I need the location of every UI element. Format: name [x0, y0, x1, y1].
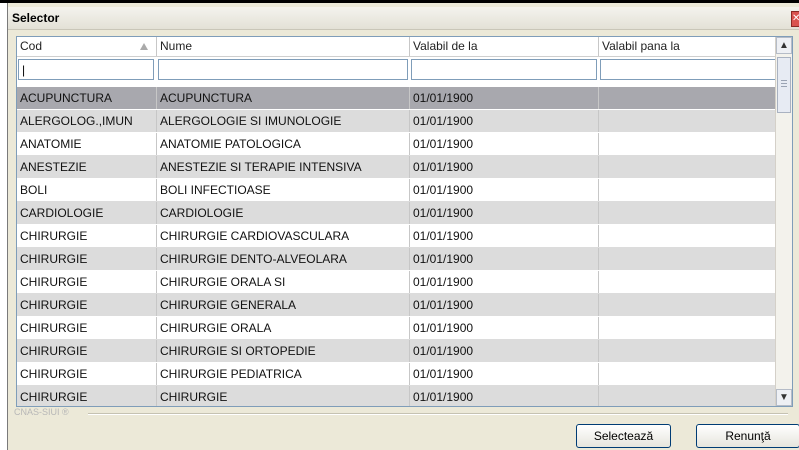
select-button[interactable]: Selectează [576, 424, 671, 448]
cell-valabil-pana-la [599, 386, 785, 406]
scroll-down-icon[interactable]: ▼ [776, 389, 792, 406]
cell-nume: CHIRURGIE [157, 386, 410, 406]
filter-valabil-pana-la-input[interactable] [600, 59, 785, 80]
cell-nume: ACUPUNCTURA [157, 87, 410, 109]
table-row[interactable]: CHIRURGIE CHIRURGIE GENERALA 01/01/1900 [17, 294, 785, 317]
cell-valabil-pana-la [599, 363, 785, 385]
cell-nume: CHIRURGIE GENERALA [157, 294, 410, 316]
cell-valabil-de-la: 01/01/1900 [410, 340, 599, 362]
cell-valabil-de-la: 01/01/1900 [410, 156, 599, 178]
table-row[interactable]: CHIRURGIE CHIRURGIE CARDIOVASCULARA 01/01/… [17, 225, 785, 248]
cell-cod: CARDIOLOGIE [17, 202, 157, 224]
cell-valabil-de-la: 01/01/1900 [410, 179, 599, 201]
cell-nume: CHIRURGIE ORALA [157, 317, 410, 339]
grid-rows: ACUPUNCTURA ACUPUNCTURA 01/01/1900 ALERGOLO… [17, 87, 785, 406]
table-row[interactable]: BOLI BOLI INFECTIOASE 01/01/1900 [17, 179, 785, 202]
table-row[interactable]: CHIRURGIE CHIRURGIE ORALA SI 01/01/1900 [17, 271, 785, 294]
cell-cod: ANATOMIE [17, 133, 157, 155]
scroll-thumb[interactable] [777, 57, 791, 113]
sort-ascending-icon [140, 43, 148, 50]
cell-nume: CHIRURGIE PEDIATRICA [157, 363, 410, 385]
data-grid: Cod Nume Valabil de la Valabil pana la A… [16, 36, 793, 407]
cell-nume: CHIRURGIE DENTO-ALVEOLARA [157, 248, 410, 270]
scroll-up-icon[interactable]: ▲ [776, 37, 792, 54]
table-row[interactable]: CHIRURGIE CHIRURGIE SI ORTOPEDIE 01/01/190… [17, 340, 785, 363]
cell-cod: CHIRURGIE [17, 294, 157, 316]
cell-cod: CHIRURGIE [17, 271, 157, 293]
cell-nume: BOLI INFECTIOASE [157, 179, 410, 201]
cell-valabil-pana-la [599, 271, 785, 293]
cell-valabil-pana-la [599, 225, 785, 247]
cell-valabil-pana-la [599, 317, 785, 339]
cell-nume: CHIRURGIE ORALA SI [157, 271, 410, 293]
cell-valabil-de-la: 01/01/1900 [410, 363, 599, 385]
cell-valabil-de-la: 01/01/1900 [410, 202, 599, 224]
filter-nume-input[interactable] [158, 59, 408, 80]
filter-valabil-de-la-input[interactable] [411, 59, 597, 80]
cell-valabil-pana-la [599, 179, 785, 201]
cell-cod: CHIRURGIE [17, 317, 157, 339]
cell-valabil-de-la: 01/01/1900 [410, 271, 599, 293]
cell-nume: CHIRURGIE SI ORTOPEDIE [157, 340, 410, 362]
cell-valabil-de-la: 01/01/1900 [410, 87, 599, 109]
column-header-cod[interactable]: Cod [17, 37, 157, 56]
cell-cod: CHIRURGIE [17, 225, 157, 247]
table-row[interactable]: ANESTEZIE ANESTEZIE SI TERAPIE INTENSIVA 0… [17, 156, 785, 179]
column-header-valabil-pana-la[interactable]: Valabil pana la [599, 37, 785, 56]
table-row[interactable]: CHIRURGIE CHIRURGIE 01/01/1900 [17, 386, 785, 406]
cell-nume: ANESTEZIE SI TERAPIE INTENSIVA [157, 156, 410, 178]
grid-header: Cod Nume Valabil de la Valabil pana la [17, 37, 785, 57]
cell-cod: CHIRURGIE [17, 363, 157, 385]
selector-dialog: Selector ✕ Cod Nume Valabil de la Valabi… [7, 3, 799, 450]
cell-cod: BOLI [17, 179, 157, 201]
cell-cod: ALERGOLOG.,IMUN [17, 110, 157, 132]
cell-nume: ALERGOLOGIE SI IMUNOLOGIE [157, 110, 410, 132]
table-row[interactable]: CHIRURGIE CHIRURGIE ORALA 01/01/1900 [17, 317, 785, 340]
cell-valabil-de-la: 01/01/1900 [410, 133, 599, 155]
cell-cod: CHIRURGIE [17, 248, 157, 270]
column-label: Nume [160, 39, 193, 53]
cell-nume: CARDIOLOGIE [157, 202, 410, 224]
cell-valabil-pana-la [599, 340, 785, 362]
column-label: Valabil pana la [602, 39, 680, 53]
cell-cod: CHIRURGIE [17, 340, 157, 362]
table-row[interactable]: CARDIOLOGIE CARDIOLOGIE 01/01/1900 [17, 202, 785, 225]
table-row[interactable]: ACUPUNCTURA ACUPUNCTURA 01/01/1900 [17, 87, 785, 110]
cancel-button[interactable]: Renunţă [696, 424, 799, 448]
table-row[interactable]: ALERGOLOG.,IMUN ALERGOLOGIE SI IMUNOLOGIE… [17, 110, 785, 133]
column-header-nume[interactable]: Nume [157, 37, 410, 56]
cell-valabil-de-la: 01/01/1900 [410, 386, 599, 406]
cell-nume: ANATOMIE PATOLOGICA [157, 133, 410, 155]
close-icon[interactable]: ✕ [791, 11, 799, 27]
cell-valabil-de-la: 01/01/1900 [410, 225, 599, 247]
table-row[interactable]: CHIRURGIE CHIRURGIE PEDIATRICA 01/01/1900 [17, 363, 785, 386]
cell-valabil-pana-la [599, 133, 785, 155]
cell-valabil-de-la: 01/01/1900 [410, 294, 599, 316]
vertical-scrollbar[interactable]: ▲ ▼ [775, 37, 792, 406]
table-row[interactable]: CHIRURGIE CHIRURGIE DENTO-ALVEOLARA 01/01/… [17, 248, 785, 271]
cell-valabil-de-la: 01/01/1900 [410, 317, 599, 339]
cell-valabil-pana-la [599, 248, 785, 270]
cell-valabil-pana-la [599, 202, 785, 224]
cell-valabil-pana-la [599, 110, 785, 132]
cell-valabil-pana-la [599, 294, 785, 316]
brand-label: CNAS-SIUI ® [14, 407, 73, 417]
cell-valabil-de-la: 01/01/1900 [410, 110, 599, 132]
footer-divider [88, 413, 788, 415]
filter-cod-input[interactable] [18, 59, 154, 80]
title-bar[interactable]: Selector ✕ [8, 7, 799, 30]
table-row[interactable]: ANATOMIE ANATOMIE PATOLOGICA 01/01/1900 [17, 133, 785, 156]
window-title: Selector [12, 11, 60, 25]
cell-valabil-pana-la [599, 87, 785, 109]
cell-cod: ANESTEZIE [17, 156, 157, 178]
cell-nume: CHIRURGIE CARDIOVASCULARA [157, 225, 410, 247]
cell-valabil-pana-la [599, 156, 785, 178]
cell-cod: CHIRURGIE [17, 386, 157, 406]
cell-cod: ACUPUNCTURA [17, 87, 157, 109]
column-label: Cod [20, 39, 43, 53]
column-header-valabil-de-la[interactable]: Valabil de la [410, 37, 599, 56]
column-label: Valabil de la [413, 39, 478, 53]
cell-valabil-de-la: 01/01/1900 [410, 248, 599, 270]
